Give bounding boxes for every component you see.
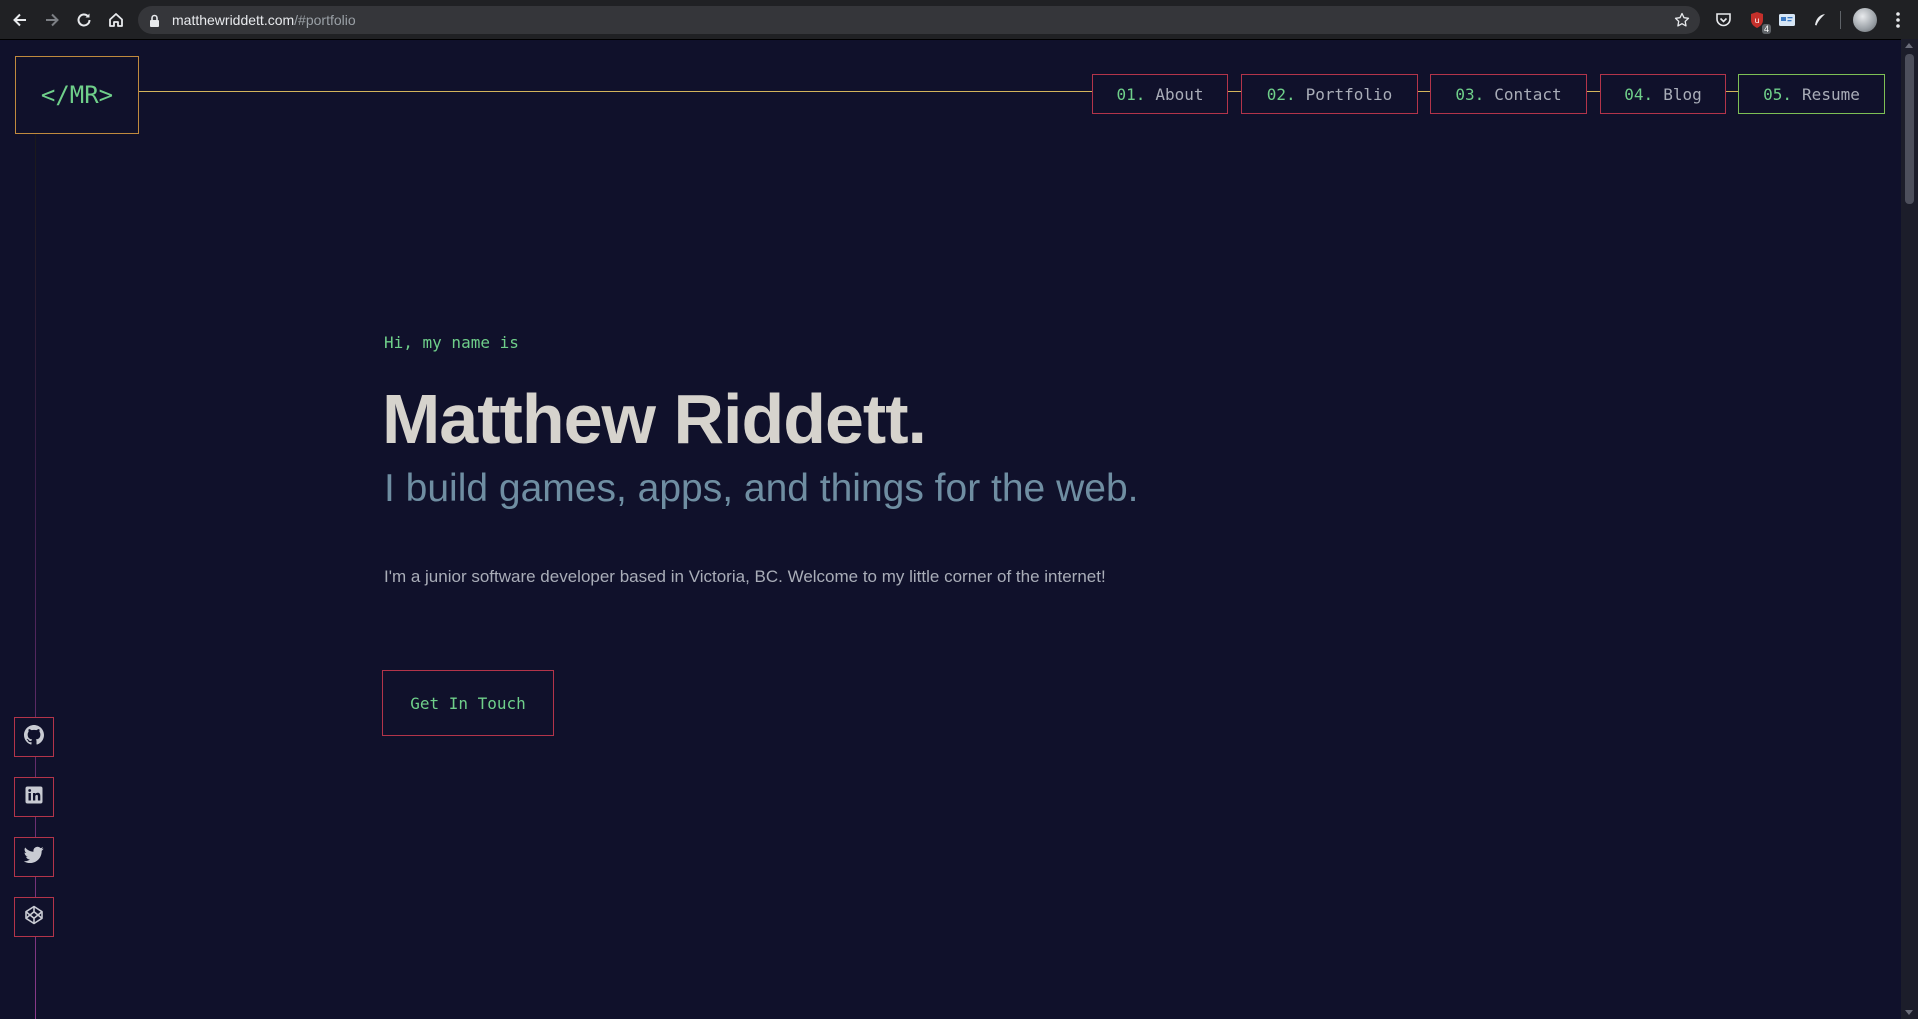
twitter-icon bbox=[23, 846, 44, 868]
hero-name: Matthew Riddett. bbox=[382, 380, 927, 458]
nav-item-contact[interactable]: 03. Contact bbox=[1430, 74, 1587, 114]
profile-avatar[interactable] bbox=[1853, 8, 1877, 32]
nav-item-resume[interactable]: 05. Resume bbox=[1738, 74, 1885, 114]
ublock-extension-icon[interactable]: u 4 bbox=[1746, 9, 1771, 34]
nav-item-about[interactable]: 01. About bbox=[1092, 74, 1228, 114]
nav-number: 02. bbox=[1266, 84, 1296, 104]
codepen-icon bbox=[24, 905, 44, 929]
browser-toolbar: matthewriddett.com/#portfolio u 4 bbox=[0, 0, 1918, 40]
address-bar[interactable]: matthewriddett.com/#portfolio bbox=[138, 6, 1700, 34]
hero-tagline: I build games, apps, and things for the … bbox=[384, 467, 1139, 510]
sidebar-rule bbox=[35, 134, 36, 1019]
pocket-icon[interactable] bbox=[1712, 9, 1734, 31]
site-logo[interactable]: </MR> bbox=[15, 56, 139, 134]
svg-text:u: u bbox=[1754, 16, 1759, 25]
url-domain: matthewriddett.com bbox=[172, 12, 295, 28]
nav-number: 04. bbox=[1624, 84, 1654, 104]
url-path: /#portfolio bbox=[294, 12, 356, 28]
forward-icon[interactable] bbox=[40, 8, 64, 32]
reload-icon[interactable] bbox=[72, 8, 96, 32]
page-scrollbar[interactable] bbox=[1901, 39, 1918, 1019]
nav-item-portfolio[interactable]: 02. Portfolio bbox=[1241, 74, 1418, 114]
bookmark-star-icon[interactable] bbox=[1674, 12, 1690, 32]
url-text: matthewriddett.com/#portfolio bbox=[172, 12, 356, 28]
extension-badge: 4 bbox=[1761, 24, 1771, 34]
back-icon[interactable] bbox=[8, 8, 32, 32]
nav-label: Contact bbox=[1494, 84, 1562, 104]
toolbar-divider bbox=[1840, 11, 1841, 29]
home-icon[interactable] bbox=[104, 8, 128, 32]
hero-intro: I'm a junior software developer based in… bbox=[384, 567, 1106, 586]
twitter-link[interactable] bbox=[14, 837, 54, 877]
nav-label: Blog bbox=[1663, 84, 1702, 104]
nav-number: 01. bbox=[1116, 84, 1146, 104]
menu-kebab-icon[interactable] bbox=[1890, 9, 1906, 31]
hero-greeting: Hi, my name is bbox=[384, 333, 519, 352]
nav-label: Portfolio bbox=[1305, 84, 1393, 104]
scroll-down-arrow-icon[interactable] bbox=[1905, 1010, 1913, 1015]
extension-feather-icon[interactable] bbox=[1809, 9, 1831, 31]
github-icon bbox=[24, 725, 44, 749]
lock-icon bbox=[149, 13, 160, 32]
scroll-up-arrow-icon[interactable] bbox=[1905, 43, 1913, 48]
nav-number: 03. bbox=[1455, 84, 1485, 104]
codepen-link[interactable] bbox=[14, 897, 54, 937]
get-in-touch-button[interactable]: Get In Touch bbox=[382, 670, 554, 736]
nav-item-blog[interactable]: 04. Blog bbox=[1600, 74, 1726, 114]
nav-label: About bbox=[1155, 84, 1204, 104]
github-link[interactable] bbox=[14, 717, 54, 757]
extension-card-icon[interactable] bbox=[1776, 9, 1798, 31]
page-content: </MR> 01. About 02. Portfolio 03. Contact 0… bbox=[0, 39, 1918, 1019]
scrollbar-thumb[interactable] bbox=[1905, 54, 1914, 204]
nav-label: Resume bbox=[1802, 84, 1860, 104]
nav-number: 05. bbox=[1763, 84, 1793, 104]
linkedin-icon bbox=[25, 786, 43, 808]
linkedin-link[interactable] bbox=[14, 777, 54, 817]
